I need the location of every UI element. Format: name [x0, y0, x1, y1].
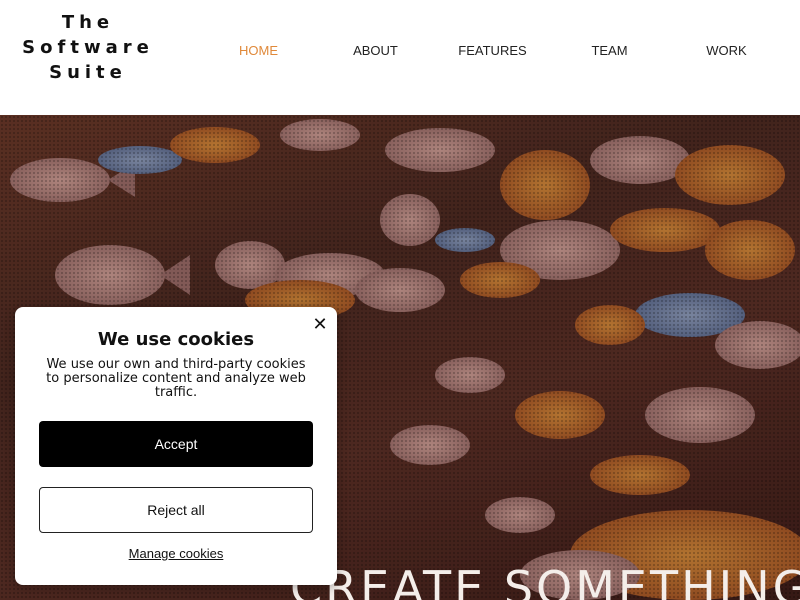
reject-all-button[interactable]: Reject all — [39, 487, 313, 533]
cookie-dialog: ✕ We use cookies We use our own and thir… — [15, 307, 337, 585]
site-header: The Software Suite HOME ABOUT FEATURES T… — [0, 0, 800, 115]
cookie-dialog-text: We use our own and third-party cookies t… — [46, 357, 306, 400]
nav-item-features[interactable]: FEATURES — [434, 40, 551, 62]
accept-button[interactable]: Accept — [39, 421, 313, 467]
hero-title: CREATE SOMETHING — [290, 561, 800, 600]
nav-item-team[interactable]: TEAM — [551, 40, 668, 62]
nav-item-work[interactable]: WORK — [668, 40, 785, 62]
logo-line-3: Suite — [49, 62, 127, 83]
nav-item-home[interactable]: HOME — [200, 40, 317, 62]
manage-cookies-link[interactable]: Manage cookies — [15, 546, 337, 561]
cookie-dialog-title: We use cookies — [97, 329, 255, 350]
logo-line-2: Software — [22, 37, 154, 58]
nav-item-about[interactable]: ABOUT — [317, 40, 434, 62]
site-logo[interactable]: The Software Suite — [18, 10, 158, 85]
logo-line-1: The — [61, 12, 115, 33]
main-nav: HOME ABOUT FEATURES TEAM WORK — [200, 40, 785, 62]
